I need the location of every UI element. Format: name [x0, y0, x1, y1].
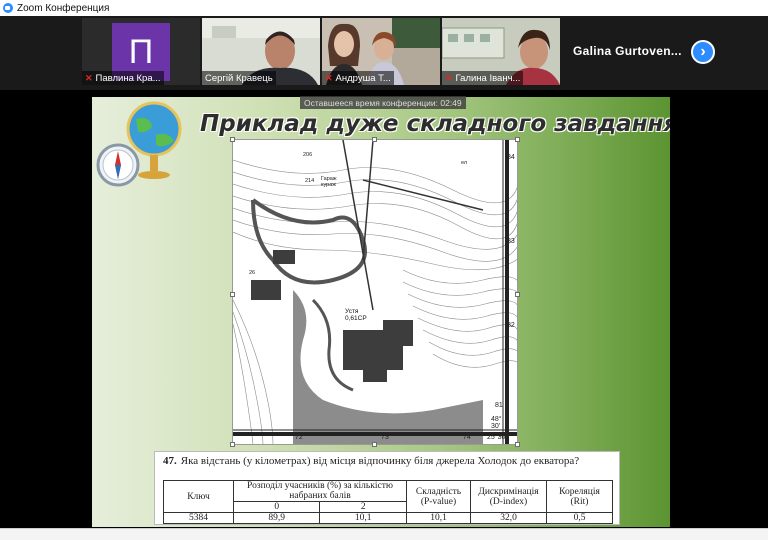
next-page-button[interactable]: ›	[691, 40, 715, 64]
meeting-timer: Оставшееся время конференции: 02:49	[300, 96, 466, 109]
table-cell: 0,5	[546, 512, 613, 524]
window-title: Zoom Конференция	[17, 2, 110, 14]
map-grid-label: 74	[463, 434, 471, 441]
muted-mic-icon: ✕	[445, 72, 453, 83]
table-header: Дискримінація (D-index)	[470, 480, 547, 513]
map-grid-label: 82	[507, 322, 515, 329]
muted-mic-icon: ✕	[85, 72, 93, 83]
table-row: 5384 89,9 10,1 10,1 32,0 0,5	[163, 512, 613, 524]
resize-handle[interactable]	[230, 292, 235, 297]
table-cell: 5384	[163, 512, 234, 524]
participant-name-large[interactable]: Galina Gurtoven...	[573, 44, 682, 58]
map-grid-label: 84	[507, 154, 515, 161]
question-panel: 47. Яка відстань (у кілометрах) від місця…	[154, 451, 620, 525]
resize-handle[interactable]	[230, 137, 235, 142]
muted-mic-icon: ✕	[325, 72, 333, 83]
map-label: 206	[303, 152, 313, 158]
participant-name: Андруша Т...	[335, 72, 391, 84]
globe-compass-icon	[96, 101, 182, 187]
table-subheader: 0	[232, 501, 321, 513]
resize-handle[interactable]	[230, 442, 235, 447]
participant-tile[interactable]: Сергій Кравець	[202, 18, 320, 85]
resize-handle[interactable]	[515, 292, 520, 297]
map-label: 214	[305, 178, 315, 184]
map-grid-label: 81	[495, 402, 503, 409]
map-grid-label: 73	[381, 434, 389, 441]
bottom-toolbar	[0, 528, 768, 540]
table-cell: 89,9	[232, 512, 321, 524]
table-cell: 32,0	[470, 512, 547, 524]
participant-name: Павлина Кра...	[95, 72, 161, 84]
map-corner-lat: 48° 30'	[491, 416, 502, 430]
map-label: Устя 0,61СР	[345, 308, 367, 322]
participant-name-bar: ✕ Андруша Т...	[322, 71, 394, 85]
participant-name: Сергій Кравець	[205, 72, 273, 84]
zoom-icon	[3, 3, 13, 13]
results-table: Ключ Розподіл учасників (%) за кількістю…	[163, 480, 613, 524]
map-grid-label: 72	[295, 434, 303, 441]
table-subheader: 2	[319, 501, 407, 513]
table-header: Розподіл учасників (%) за кількістю набр…	[233, 480, 407, 502]
table-cell: 10,1	[406, 512, 471, 524]
shared-screen-slide: Приклад дуже складного завдання 84 83 82…	[92, 97, 670, 527]
resize-handle[interactable]	[372, 442, 377, 447]
participant-name-bar: ✕ Павлина Кра...	[82, 71, 164, 85]
question-text: 47. Яка відстань (у кілометрах) від місця…	[163, 455, 613, 467]
resize-handle[interactable]	[515, 137, 520, 142]
chevron-right-icon: ›	[700, 43, 706, 60]
map-grid-label: 83	[507, 238, 515, 245]
participant-name-bar: Сергій Кравець	[202, 71, 276, 85]
participant-name: Галина Іванч...	[455, 72, 521, 84]
map-corner-lon: 25°30'	[487, 434, 507, 441]
map-drawing	[233, 140, 517, 444]
window-title-bar: Zoom Конференция	[0, 0, 768, 16]
resize-handle[interactable]	[372, 137, 377, 142]
map-label: Гараж кураж	[321, 176, 337, 188]
topographic-map: 84 83 82 81 72 73 74 25°30' 48° 30' Устя…	[232, 139, 518, 445]
avatar-letter: П	[128, 32, 154, 71]
question-number: 47.	[163, 455, 177, 467]
table-header: Кореляція (Rit)	[546, 480, 613, 513]
participant-tile[interactable]: П ✕ Павлина Кра...	[82, 18, 200, 85]
participant-tile[interactable]: ✕ Галина Іванч...	[442, 18, 560, 85]
map-label: ел	[461, 160, 468, 166]
map-label: 26	[249, 270, 256, 276]
table-header: Ключ	[163, 480, 234, 513]
table-header: Складність (P-value)	[406, 480, 471, 513]
resize-handle[interactable]	[515, 442, 520, 447]
participant-tile[interactable]: ✕ Андруша Т...	[322, 18, 440, 85]
participant-name-bar: ✕ Галина Іванч...	[442, 71, 524, 85]
question-body: Яка відстань (у кілометрах) від місця ві…	[180, 455, 580, 467]
table-cell: 10,1	[319, 512, 407, 524]
slide-title: Приклад дуже складного завдання	[200, 111, 670, 137]
